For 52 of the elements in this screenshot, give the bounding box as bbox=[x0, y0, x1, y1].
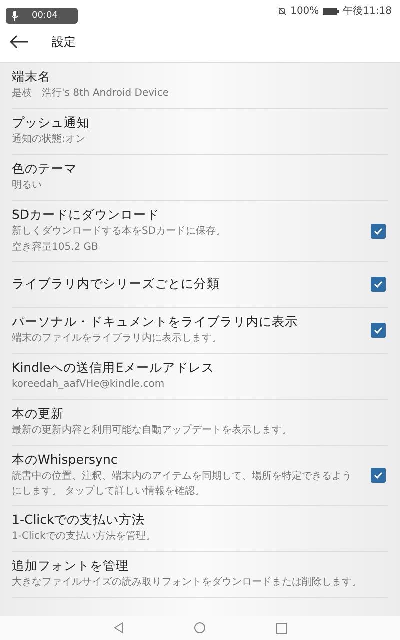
setting-description: 1-Clickでの支払い方法を管理。 bbox=[12, 530, 157, 544]
setting-description: 是枝 浩行's 8th Android Device bbox=[12, 87, 170, 102]
settings-row[interactable]: プッシュ通知 通知の状態:オン bbox=[12, 109, 388, 155]
setting-title: 色のテーマ bbox=[12, 161, 78, 178]
settings-row[interactable]: ライブラリ内でシリーズごとに分類 bbox=[12, 262, 388, 308]
settings-row[interactable]: 端末名 是枝 浩行's 8th Android Device bbox=[12, 63, 388, 109]
recording-time: 00:04 bbox=[32, 11, 58, 21]
check-icon bbox=[374, 281, 383, 288]
check-icon bbox=[374, 327, 383, 334]
settings-row[interactable]: SDカードにダウンロード 新しくダウンロードする本をSDカードに保存。 空き容量105.2 GB bbox=[12, 201, 388, 262]
settings-row[interactable]: 1-Clickでの支払い方法 1-Clickでの支払い方法を管理。 bbox=[12, 506, 388, 552]
checkbox[interactable] bbox=[371, 323, 386, 338]
setting-description: 大きなファイルサイズの読み取りフォントをダウンロードまたは削除します。 bbox=[12, 576, 363, 590]
settings-row[interactable]: パーソナル・ドキュメントをライブラリ内に表示 端末のファイルをライブラリ内に表示します。 bbox=[12, 308, 388, 354]
setting-title: ライブラリ内でシリーズごとに分類 bbox=[12, 276, 221, 293]
checkbox[interactable] bbox=[371, 277, 386, 292]
setting-title: パーソナル・ドキュメントをライブラリ内に表示 bbox=[12, 314, 299, 332]
settings-row[interactable]: 色のテーマ 明るい bbox=[12, 155, 388, 201]
back-icon[interactable] bbox=[114, 622, 124, 634]
back-arrow-icon[interactable] bbox=[10, 35, 28, 49]
setting-title: 端末名 bbox=[12, 69, 52, 86]
setting-title: 1-Clickでの支払い方法 bbox=[12, 512, 146, 530]
settings-row[interactable]: Kindleへの送信用Eメールアドレス koreedah_aafVHe@kindle.com bbox=[12, 354, 388, 400]
mute-icon bbox=[278, 6, 287, 16]
setting-description: 読書中の位置、注釈、端末内のアイテムを同期して、場所を特定できるようにします。 タップして詳しい情報を確認。 bbox=[12, 470, 353, 498]
setting-description: 端末のファイルをライブラリ内に表示します。 bbox=[12, 332, 223, 346]
setting-description: 通知の状態:オン bbox=[12, 133, 86, 148]
setting-title: Kindleへの送信用Eメールアドレス bbox=[12, 360, 216, 378]
setting-title: SDカードにダウンロード bbox=[12, 207, 161, 224]
setting-description: koreedah_aafVHe@kindle.com bbox=[12, 378, 166, 392]
setting-title: 追加フォントを管理 bbox=[12, 558, 130, 576]
battery-icon bbox=[323, 8, 340, 14]
clock: 午後11:18 bbox=[343, 5, 392, 18]
setting-description: 最新の更新内容と利用可能な自動アップデートを表示します。 bbox=[12, 424, 293, 438]
setting-description: 新しくダウンロードする本をSDカードに保存。 bbox=[12, 225, 228, 239]
check-icon bbox=[374, 472, 383, 479]
setting-title: プッシュ通知 bbox=[12, 115, 91, 132]
home-icon[interactable] bbox=[194, 622, 206, 634]
settings-row[interactable]: 本の更新 最新の更新内容と利用可能な自動アップデートを表示します。 bbox=[12, 400, 388, 446]
settings-row[interactable]: 追加フォントを管理 大きなファイルサイズの読み取りフォントをダウンロードまたは削除します。 bbox=[12, 552, 388, 598]
setting-description: 明るい bbox=[12, 179, 43, 194]
microphone-icon bbox=[12, 11, 18, 21]
recents-icon[interactable] bbox=[276, 622, 286, 634]
checkbox[interactable] bbox=[371, 468, 386, 483]
check-icon bbox=[374, 228, 383, 234]
checkbox[interactable] bbox=[371, 224, 386, 238]
setting-title: 本の更新 bbox=[12, 406, 65, 424]
setting-description: 空き容量105.2 GB bbox=[12, 240, 100, 254]
battery-percent: 100% bbox=[290, 6, 320, 16]
setting-title: 本のWhispersync bbox=[12, 452, 119, 469]
settings-row[interactable]: 本のWhispersync 読書中の位置、注釈、端末内のアイテムを同期して、場所を特定できるようにします。 タップして詳しい情報を確認。 bbox=[12, 446, 388, 506]
page-title: 設定 bbox=[52, 34, 76, 50]
